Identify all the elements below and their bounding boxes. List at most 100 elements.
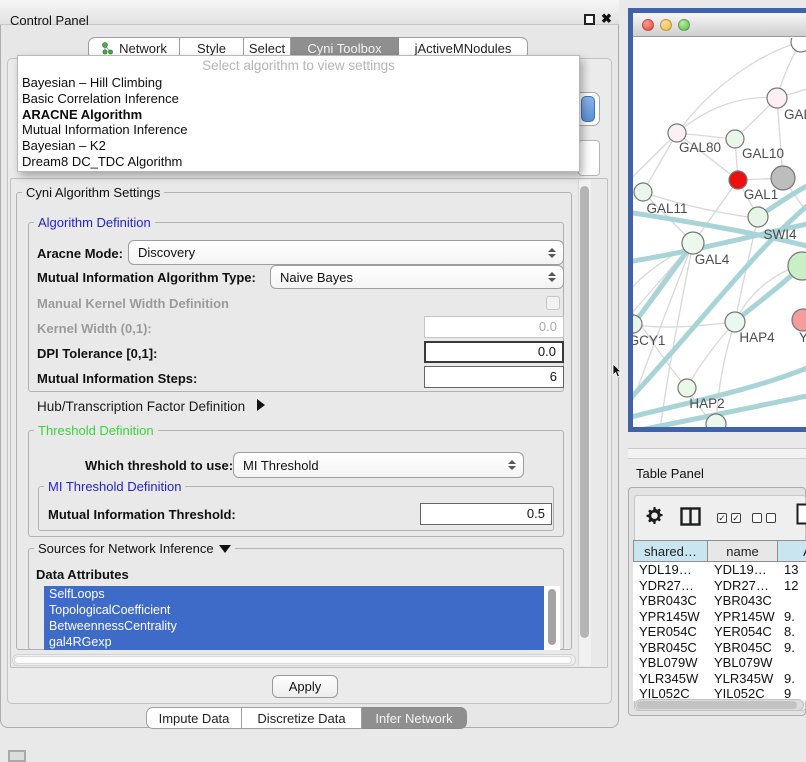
- table-row[interactable]: YBR045CYBR045C9.: [633, 640, 806, 656]
- mi-type-combo[interactable]: Naive Bayes: [270, 265, 564, 289]
- attribute-list-item[interactable]: gal4RGexp: [44, 634, 544, 650]
- column-header-name[interactable]: name: [708, 540, 778, 562]
- mi-threshold-label: Mutual Information Threshold:: [48, 507, 236, 522]
- data-attributes-label: Data Attributes: [36, 567, 129, 582]
- mi-threshold-field[interactable]: 0.5: [420, 503, 552, 525]
- network-node[interactable]: [678, 379, 696, 397]
- table-cell[interactable]: 9.: [778, 640, 806, 656]
- window-close-button[interactable]: [642, 19, 654, 31]
- table-cell[interactable]: YER054C: [633, 624, 708, 640]
- manual-kernel-checkbox[interactable]: [546, 296, 560, 310]
- algorithm-option[interactable]: Mutual Information Inference: [18, 122, 579, 138]
- attribute-list-item[interactable]: TopologicalCoefficient: [44, 602, 544, 618]
- network-window-titlebar[interactable]: [633, 13, 806, 37]
- table-settings-gear-icon[interactable]: [645, 506, 664, 530]
- algorithm-option[interactable]: Dream8 DC_TDC Algorithm: [18, 154, 579, 170]
- float-panel-icon[interactable]: [584, 14, 595, 25]
- table-row[interactable]: YBL079WYBL079W: [633, 655, 806, 671]
- apply-button[interactable]: Apply: [272, 675, 338, 698]
- select-all-checkbox-icon[interactable]: ✓: [717, 513, 727, 523]
- algorithm-option[interactable]: Bayesian – K2: [18, 138, 579, 154]
- combo-arrows-icon: [548, 272, 556, 282]
- tab-impute-data[interactable]: Impute Data: [146, 707, 242, 729]
- table-cell[interactable]: YDL19…: [708, 562, 778, 578]
- table-cell[interactable]: YLR345W: [708, 671, 778, 687]
- table-cell[interactable]: [778, 593, 806, 609]
- combo-spinner-button[interactable]: [581, 96, 595, 122]
- close-panel-icon[interactable]: ✖: [601, 11, 612, 27]
- algorithm-definition-title: Algorithm Definition: [34, 216, 155, 230]
- window-zoom-button[interactable]: [678, 19, 690, 31]
- algorithm-popup: Select algorithm to view settings Bayesi…: [17, 55, 580, 172]
- algorithm-option[interactable]: ARACNE Algorithm: [18, 107, 579, 123]
- hub-section-toggle[interactable]: Hub/Transcription Factor Definition: [37, 399, 265, 414]
- attribute-list-item[interactable]: BetweennessCentrality: [44, 618, 544, 634]
- table-cell[interactable]: YBL079W: [708, 655, 778, 671]
- combo-arrows-icon: [508, 460, 516, 470]
- network-node[interactable]: [748, 207, 768, 227]
- table-cell[interactable]: YBL079W: [633, 655, 708, 671]
- table-row[interactable]: YER054CYER054C8.: [633, 624, 806, 640]
- table-row[interactable]: YBR043CYBR043C: [633, 593, 806, 609]
- table-cell[interactable]: 9.: [778, 609, 806, 625]
- network-edge: [633, 133, 677, 182]
- settings-hscroll-thumb[interactable]: [14, 656, 572, 664]
- attribute-list-item[interactable]: SelfLoops: [44, 586, 544, 602]
- network-node[interactable]: [634, 183, 652, 201]
- deselect-all-checkbox-icon[interactable]: [752, 513, 762, 523]
- network-node[interactable]: [767, 88, 787, 108]
- mi-steps-field[interactable]: 6: [424, 366, 564, 388]
- table-cell[interactable]: YBR043C: [633, 593, 708, 609]
- tab-discretize-data[interactable]: Discretize Data: [242, 707, 362, 729]
- table-cell[interactable]: YPR145W: [633, 609, 708, 625]
- desktop: { "control_panel": { "title": "Control P…: [0, 0, 806, 762]
- network-canvas[interactable]: GALGAL80GAL10GAL1GAL11SWI4GAL4HAP4YGCY1H…: [633, 38, 806, 427]
- table-cell[interactable]: YPR145W: [708, 609, 778, 625]
- dpi-tolerance-label: DPI Tolerance [0,1]:: [37, 346, 157, 361]
- export-table-icon[interactable]: [796, 503, 806, 530]
- deselect-all-checkbox-icon-2[interactable]: [766, 513, 776, 523]
- column-header-shared-name[interactable]: shared…: [633, 540, 708, 562]
- table-cell[interactable]: YBR043C: [708, 593, 778, 609]
- collapsed-arrow-icon: [257, 399, 265, 411]
- network-node-label: HAP2: [689, 396, 724, 411]
- network-graph: GALGAL80GAL10GAL1GAL11SWI4GAL4HAP4YGCY1H…: [633, 38, 806, 427]
- show-columns-icon[interactable]: [680, 507, 701, 531]
- aracne-mode-combo[interactable]: Discovery: [128, 240, 564, 265]
- minimized-panel-icon[interactable]: [8, 750, 26, 762]
- table-row[interactable]: YDR27…YDR27…12: [633, 578, 806, 594]
- table-cell[interactable]: YDR27…: [708, 578, 778, 594]
- attributes-list[interactable]: SelfLoopsTopologicalCoefficientBetweenne…: [44, 586, 560, 650]
- table-cell[interactable]: YDL19…: [633, 562, 708, 578]
- algorithm-option[interactable]: Basic Correlation Inference: [18, 91, 579, 107]
- table-cell[interactable]: YER054C: [708, 624, 778, 640]
- table-cell[interactable]: YDR27…: [633, 578, 708, 594]
- table-cell[interactable]: 12: [778, 578, 806, 594]
- table-cell[interactable]: YLR345W: [633, 671, 708, 687]
- table-hscroll-thumb[interactable]: [637, 701, 797, 709]
- table-cell[interactable]: [778, 655, 806, 671]
- network-node[interactable]: [725, 312, 745, 332]
- table-cell[interactable]: 9.: [778, 671, 806, 687]
- sources-title[interactable]: Sources for Network Inference: [34, 542, 235, 556]
- table-row[interactable]: YPR145WYPR145W9.: [633, 609, 806, 625]
- kernel-width-field[interactable]: 0.0: [424, 316, 564, 338]
- settings-vscroll-thumb[interactable]: [580, 186, 589, 638]
- table-cell[interactable]: 13: [778, 562, 806, 578]
- dpi-tolerance-field[interactable]: 0.0: [424, 341, 564, 363]
- tab-infer-network[interactable]: Infer Network: [362, 707, 467, 729]
- table-cell[interactable]: YBR045C: [633, 640, 708, 656]
- select-all-checkbox-icon-2[interactable]: ✓: [731, 513, 741, 523]
- table-cell[interactable]: YBR045C: [708, 640, 778, 656]
- which-threshold-combo[interactable]: MI Threshold: [233, 452, 524, 478]
- table-row[interactable]: YLR345WYLR345W9.: [633, 671, 806, 687]
- table-row[interactable]: YDL19…YDL19…13: [633, 562, 806, 578]
- algorithm-option[interactable]: Bayesian – Hill Climbing: [18, 75, 579, 91]
- window-minimize-button[interactable]: [660, 19, 672, 31]
- table-cell[interactable]: 8.: [778, 624, 806, 640]
- network-node[interactable]: [682, 232, 704, 254]
- attributes-vscroll-thumb[interactable]: [548, 589, 556, 645]
- network-node[interactable]: [791, 38, 806, 52]
- column-header-a[interactable]: A: [778, 540, 806, 562]
- network-node[interactable]: [792, 309, 806, 331]
